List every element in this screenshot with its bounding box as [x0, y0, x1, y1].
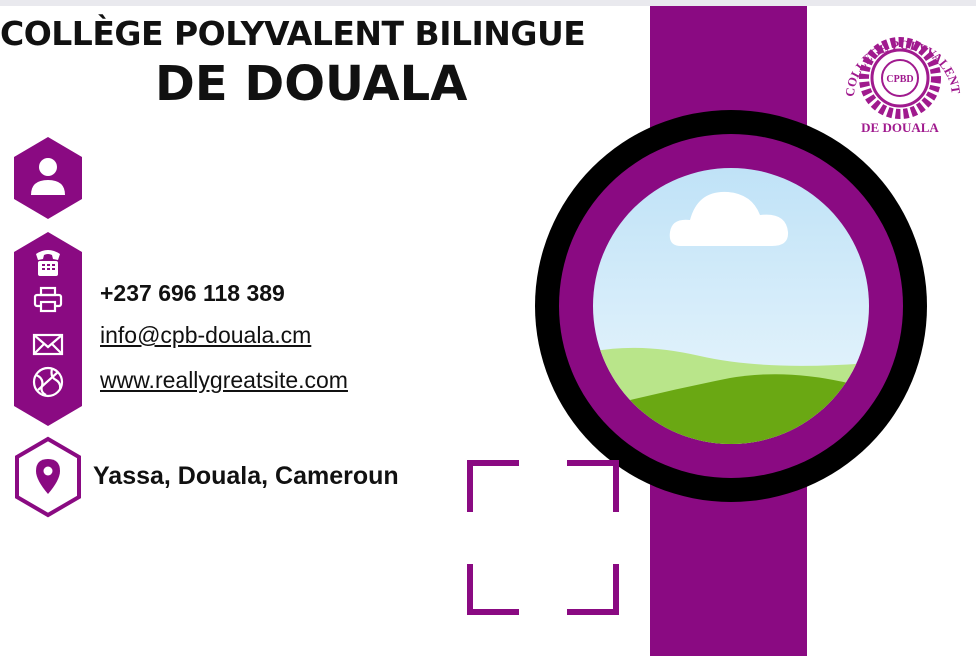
user-hexagon: [14, 137, 82, 219]
telephone-icon: [36, 250, 60, 276]
school-logo: COLLEGE POLYVALENT BILINGUE CPBD DE DOUA…: [836, 16, 963, 135]
location-hexagon: [15, 436, 81, 518]
email-link[interactable]: info@cpb-douala.cm: [100, 322, 311, 349]
corner-brackets: [467, 460, 619, 615]
logo-bottom-text: DE DOUALA: [861, 120, 939, 135]
address: Yassa, Douala, Cameroun: [93, 462, 399, 490]
website-link[interactable]: www.reallygreatsite.com: [100, 367, 348, 394]
contact-icons-panel: [14, 232, 82, 426]
logo-center-text: CPBD: [886, 74, 913, 85]
phone-number: +237 696 118 389: [100, 280, 285, 306]
